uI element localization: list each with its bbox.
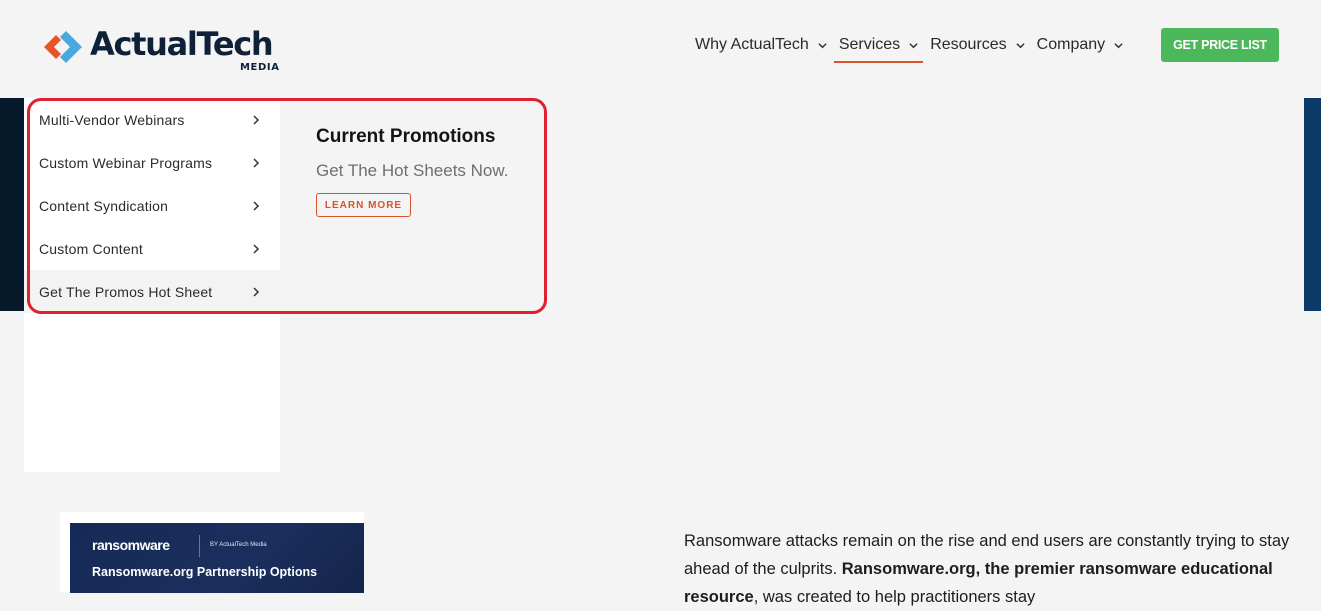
- services-dropdown-list: Multi-Vendor Webinars Custom Webinar Pro…: [24, 98, 280, 472]
- menu-item-custom-webinar-programs[interactable]: Custom Webinar Programs: [24, 141, 280, 184]
- hero-background-right: [1304, 98, 1321, 311]
- nav-company[interactable]: Company: [1037, 30, 1123, 60]
- menu-item-label: Get The Promos Hot Sheet: [39, 283, 213, 300]
- menu-item-label: Multi-Vendor Webinars: [39, 111, 185, 128]
- partner-image-title: Ransomware.org Partnership Options: [92, 565, 318, 579]
- learn-more-button[interactable]: LEARN MORE: [316, 193, 411, 217]
- chevron-down-icon: [909, 42, 918, 48]
- nav-why-actualtech[interactable]: Why ActualTech: [695, 30, 827, 60]
- current-promotions-panel: Current Promotions Get The Hot Sheets No…: [316, 126, 508, 217]
- paragraph-text: , was created to help practitioners stay: [753, 587, 1036, 606]
- by-actualtech-label: BY ActualTech Media: [210, 542, 267, 548]
- chevron-down-icon: [1114, 42, 1123, 48]
- main-nav: Why ActualTech Services Resources Compan…: [695, 30, 1135, 63]
- nav-label: Company: [1036, 36, 1106, 53]
- menu-item-content-syndication[interactable]: Content Syndication: [24, 184, 280, 227]
- logo-chevron-icon: [44, 31, 82, 63]
- chevron-right-icon: [253, 200, 260, 211]
- hero-background-left: [0, 98, 24, 311]
- promo-title: Current Promotions: [316, 126, 496, 147]
- chevron-right-icon: [253, 243, 260, 254]
- menu-item-promos-hot-sheet[interactable]: Get The Promos Hot Sheet: [24, 270, 280, 313]
- divider: [199, 535, 200, 557]
- promo-subtitle: Get The Hot Sheets Now.: [316, 161, 509, 180]
- nav-label: Why ActualTech: [695, 36, 809, 53]
- logo-wordmark: ActualTech: [90, 25, 274, 63]
- ransomware-logo: ransomware: [92, 537, 170, 553]
- chevron-down-icon: [1016, 42, 1025, 48]
- ransomware-partnership-image[interactable]: ransomware BY ActualTech Media Ransomwar…: [70, 523, 364, 593]
- menu-item-custom-content[interactable]: Custom Content: [24, 227, 280, 270]
- get-price-list-button[interactable]: GET PRICE LIST: [1161, 28, 1279, 62]
- nav-label: Services: [838, 36, 901, 53]
- chevron-down-icon: [818, 42, 827, 48]
- menu-item-multi-vendor-webinars[interactable]: Multi-Vendor Webinars: [24, 98, 280, 141]
- chevron-right-icon: [253, 157, 260, 168]
- logo-subtext: MEDIA: [240, 62, 280, 73]
- nav-services[interactable]: Services: [833, 30, 924, 63]
- actualtech-logo[interactable]: ActualTech MEDIA: [44, 25, 289, 75]
- menu-item-label: Content Syndication: [39, 197, 169, 214]
- nav-resources[interactable]: Resources: [930, 30, 1025, 60]
- chevron-right-icon: [253, 114, 260, 125]
- nav-label: Resources: [930, 36, 1007, 53]
- chevron-right-icon: [253, 286, 260, 297]
- menu-item-label: Custom Webinar Programs: [39, 154, 213, 171]
- ransomware-intro-paragraph: Ransomware attacks remain on the rise an…: [684, 527, 1294, 611]
- menu-item-label: Custom Content: [39, 240, 143, 257]
